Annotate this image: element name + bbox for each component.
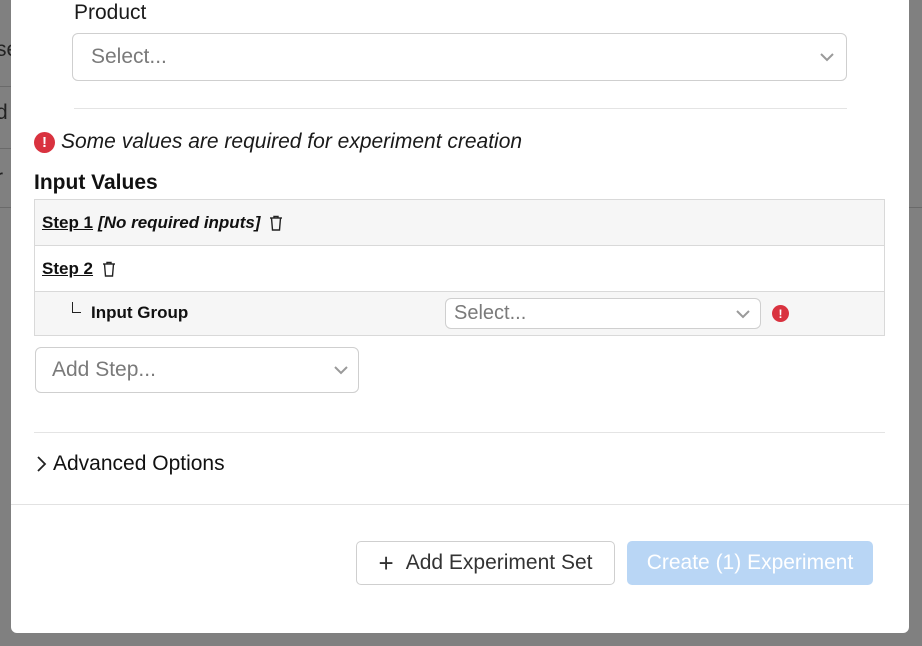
section-divider bbox=[74, 108, 847, 109]
step-1-link[interactable]: Step 1 bbox=[42, 213, 93, 233]
chevron-right-icon bbox=[37, 456, 47, 472]
product-select[interactable]: Select... bbox=[72, 33, 847, 81]
input-values-table: Step 1 [No required inputs] Step 2 Input… bbox=[34, 199, 885, 336]
input-group-select[interactable]: Select... bbox=[445, 298, 761, 329]
product-label: Product bbox=[74, 1, 147, 24]
add-experiment-set-button[interactable]: + Add Experiment Set bbox=[356, 541, 615, 585]
required-error-icon: ! bbox=[772, 305, 789, 322]
advanced-options-toggle[interactable]: Advanced Options bbox=[34, 452, 225, 476]
input-values-title: Input Values bbox=[34, 171, 158, 194]
input-group-select-placeholder: Select... bbox=[454, 302, 527, 324]
product-select-placeholder: Select... bbox=[91, 45, 167, 68]
add-experiment-set-label: Add Experiment Set bbox=[405, 551, 593, 574]
step-1-note: [No required inputs] bbox=[98, 212, 261, 232]
exclamation-circle-icon: ! bbox=[34, 131, 55, 153]
chevron-down-icon bbox=[334, 366, 348, 375]
validation-warning-text: Some values are required for experiment … bbox=[61, 130, 523, 153]
background-text-fragment: d bbox=[0, 101, 8, 124]
input-group-label: Input Group bbox=[91, 303, 189, 322]
plus-icon: + bbox=[378, 548, 394, 578]
chevron-down-icon bbox=[820, 53, 834, 62]
trash-icon[interactable] bbox=[101, 260, 117, 278]
create-experiment-modal: Product Select... ! Some values are requ… bbox=[11, 0, 909, 633]
footer-divider bbox=[11, 504, 909, 505]
advanced-options-label: Advanced Options bbox=[53, 452, 225, 475]
create-experiment-label: Create (1) Experiment bbox=[646, 551, 854, 574]
background-text-fragment: r bbox=[0, 166, 3, 190]
step-row: Step 1 [No required inputs] bbox=[35, 200, 884, 246]
add-step-placeholder: Add Step... bbox=[52, 358, 156, 381]
chevron-down-icon bbox=[736, 309, 750, 318]
add-step-select[interactable]: Add Step... bbox=[35, 347, 359, 393]
create-experiment-button[interactable]: Create (1) Experiment bbox=[627, 541, 873, 585]
step-2-link[interactable]: Step 2 bbox=[42, 259, 93, 279]
input-group-row: Input Group Select... ! bbox=[35, 292, 884, 335]
tree-branch-icon bbox=[72, 302, 81, 313]
validation-warning: ! Some values are required for experimen… bbox=[34, 130, 522, 154]
step-row: Step 2 bbox=[35, 246, 884, 292]
trash-icon[interactable] bbox=[268, 214, 284, 232]
section-divider bbox=[34, 432, 885, 433]
